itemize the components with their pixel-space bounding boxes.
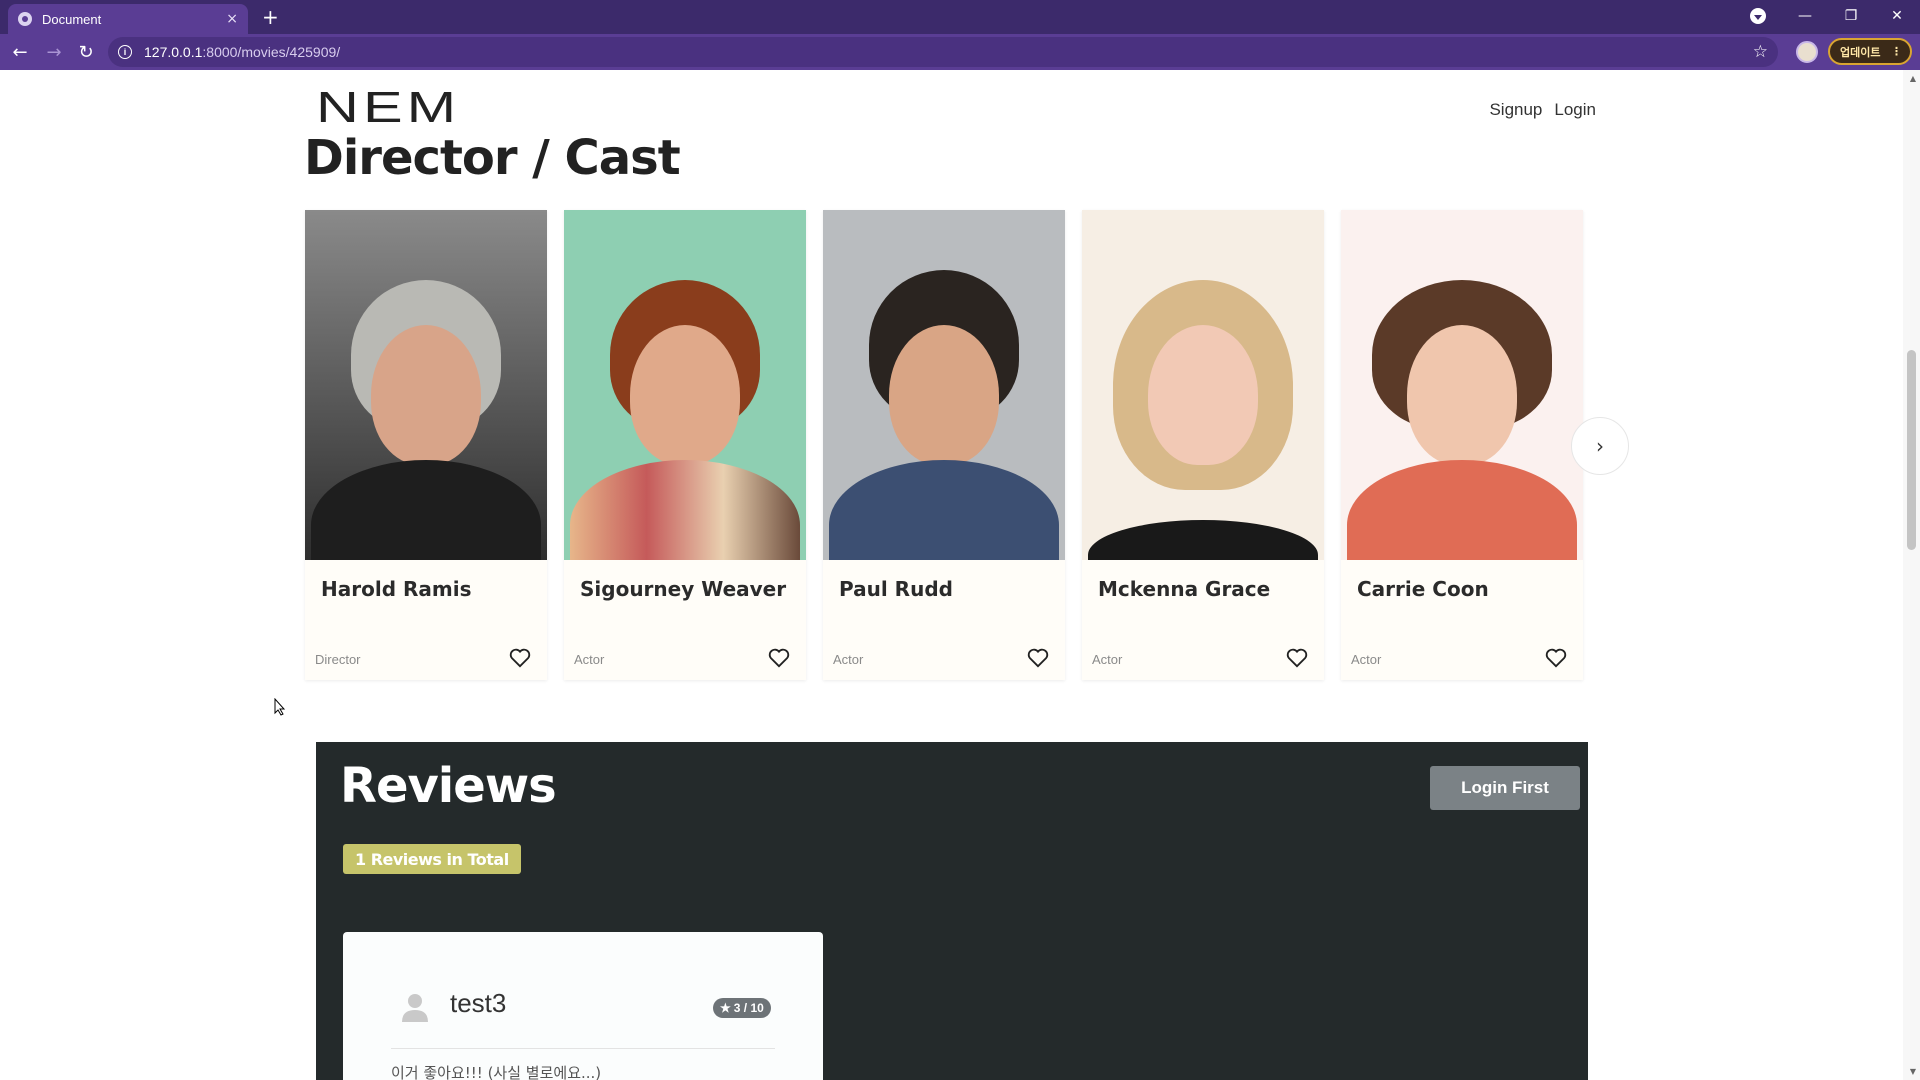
- chevron-right-icon: ›: [1596, 434, 1604, 458]
- reviews-title: Reviews: [340, 758, 557, 814]
- vertical-scrollbar[interactable]: ▲ ▼: [1903, 70, 1920, 1080]
- cast-name: Harold Ramis: [321, 577, 472, 601]
- carousel-next-button[interactable]: ›: [1571, 417, 1629, 475]
- tab-search-icon[interactable]: [1750, 8, 1766, 24]
- cast-role: Director: [315, 652, 361, 667]
- heart-icon[interactable]: [768, 648, 790, 668]
- star-icon: ★: [720, 1001, 731, 1015]
- tab-close-button[interactable]: ×: [226, 11, 238, 27]
- cast-card[interactable]: Sigourney Weaver Actor: [564, 210, 806, 680]
- url-host: 127.0.0.1: [144, 44, 203, 60]
- user-avatar-icon: [402, 994, 428, 1022]
- profile-avatar[interactable]: [1796, 41, 1818, 63]
- browser-toolbar: ← → ↻ i 127.0.0.1:8000/movies/425909/ ☆ …: [0, 34, 1920, 70]
- cast-name: Sigourney Weaver: [580, 577, 787, 601]
- browser-tab[interactable]: Document ×: [8, 4, 248, 34]
- cast-name: Carrie Coon: [1357, 577, 1489, 601]
- signup-link[interactable]: Signup: [1489, 100, 1542, 120]
- update-button[interactable]: 업데이트 ⋮: [1828, 38, 1912, 65]
- cast-role: Actor: [1351, 652, 1382, 667]
- mouse-cursor-icon: [274, 698, 286, 716]
- globe-icon: [18, 12, 32, 26]
- site-navbar: NEM Signup Login: [316, 86, 1596, 130]
- update-label: 업데이트: [1840, 45, 1881, 59]
- heart-icon[interactable]: [1545, 648, 1567, 668]
- minimize-icon[interactable]: —: [1782, 0, 1828, 32]
- heart-icon[interactable]: [1027, 648, 1049, 668]
- kebab-menu-icon: ⋮: [1891, 45, 1902, 58]
- heart-icon[interactable]: [1286, 648, 1308, 668]
- review-text: 이거 좋아요!!! (사실 별로에요...): [391, 1064, 602, 1080]
- login-link[interactable]: Login: [1554, 100, 1596, 120]
- site-info-icon[interactable]: i: [118, 45, 132, 59]
- cast-card[interactable]: Harold Ramis Director: [305, 210, 547, 680]
- page-viewport: NEM Signup Login Director / Cast Harold …: [0, 70, 1920, 1080]
- cast-section-title: Director / Cast: [304, 130, 681, 186]
- tab-title: Document: [42, 11, 102, 27]
- review-rating: 3 / 10: [733, 1001, 764, 1015]
- cast-photo: [823, 210, 1065, 560]
- login-first-button[interactable]: Login First: [1430, 766, 1580, 810]
- forward-icon[interactable]: →: [42, 40, 66, 64]
- review-username: test3: [450, 988, 507, 1018]
- restore-icon[interactable]: ❐: [1828, 0, 1874, 32]
- back-icon[interactable]: ←: [8, 40, 32, 64]
- cast-name: Mckenna Grace: [1098, 577, 1271, 601]
- reviews-total-badge: 1 Reviews in Total: [343, 844, 521, 874]
- review-card[interactable]: test3 ★ 3 / 10 이거 좋아요!!! (사실 별로에요...): [343, 932, 823, 1080]
- browser-tab-strip: Document × + — ❐ ✕: [0, 0, 1920, 34]
- scroll-up-icon[interactable]: ▲: [1910, 74, 1916, 83]
- cast-photo: [1082, 210, 1324, 560]
- cast-card[interactable]: Mckenna Grace Actor: [1082, 210, 1324, 680]
- cast-photo: [1341, 210, 1583, 560]
- cast-card[interactable]: Carrie Coon Actor: [1341, 210, 1583, 680]
- cast-card[interactable]: Paul Rudd Actor: [823, 210, 1065, 680]
- cast-role: Actor: [833, 652, 864, 667]
- url-path: :8000/movies/425909/: [202, 44, 341, 60]
- reload-icon[interactable]: ↻: [74, 40, 98, 64]
- bookmark-star-icon[interactable]: ☆: [1753, 42, 1768, 62]
- site-logo[interactable]: NEM: [316, 86, 460, 130]
- close-window-icon[interactable]: ✕: [1874, 0, 1920, 32]
- review-divider: [391, 1048, 775, 1049]
- scrollbar-thumb[interactable]: [1907, 350, 1916, 550]
- scroll-down-icon[interactable]: ▼: [1910, 1067, 1916, 1076]
- nav-links: Signup Login: [1489, 100, 1596, 120]
- cast-photo: [305, 210, 547, 560]
- cast-name: Paul Rudd: [839, 577, 953, 601]
- cast-role: Actor: [574, 652, 605, 667]
- reviews-section: Reviews Login First 1 Reviews in Total t…: [316, 742, 1588, 1080]
- cast-carousel: Harold Ramis Director Sigourney Weaver A…: [305, 210, 1605, 700]
- cast-role: Actor: [1092, 652, 1123, 667]
- review-rating-badge: ★ 3 / 10: [713, 998, 771, 1018]
- cast-photo: [564, 210, 806, 560]
- address-bar[interactable]: i 127.0.0.1:8000/movies/425909/ ☆: [108, 37, 1778, 67]
- new-tab-button[interactable]: +: [262, 5, 279, 29]
- heart-icon[interactable]: [509, 648, 531, 668]
